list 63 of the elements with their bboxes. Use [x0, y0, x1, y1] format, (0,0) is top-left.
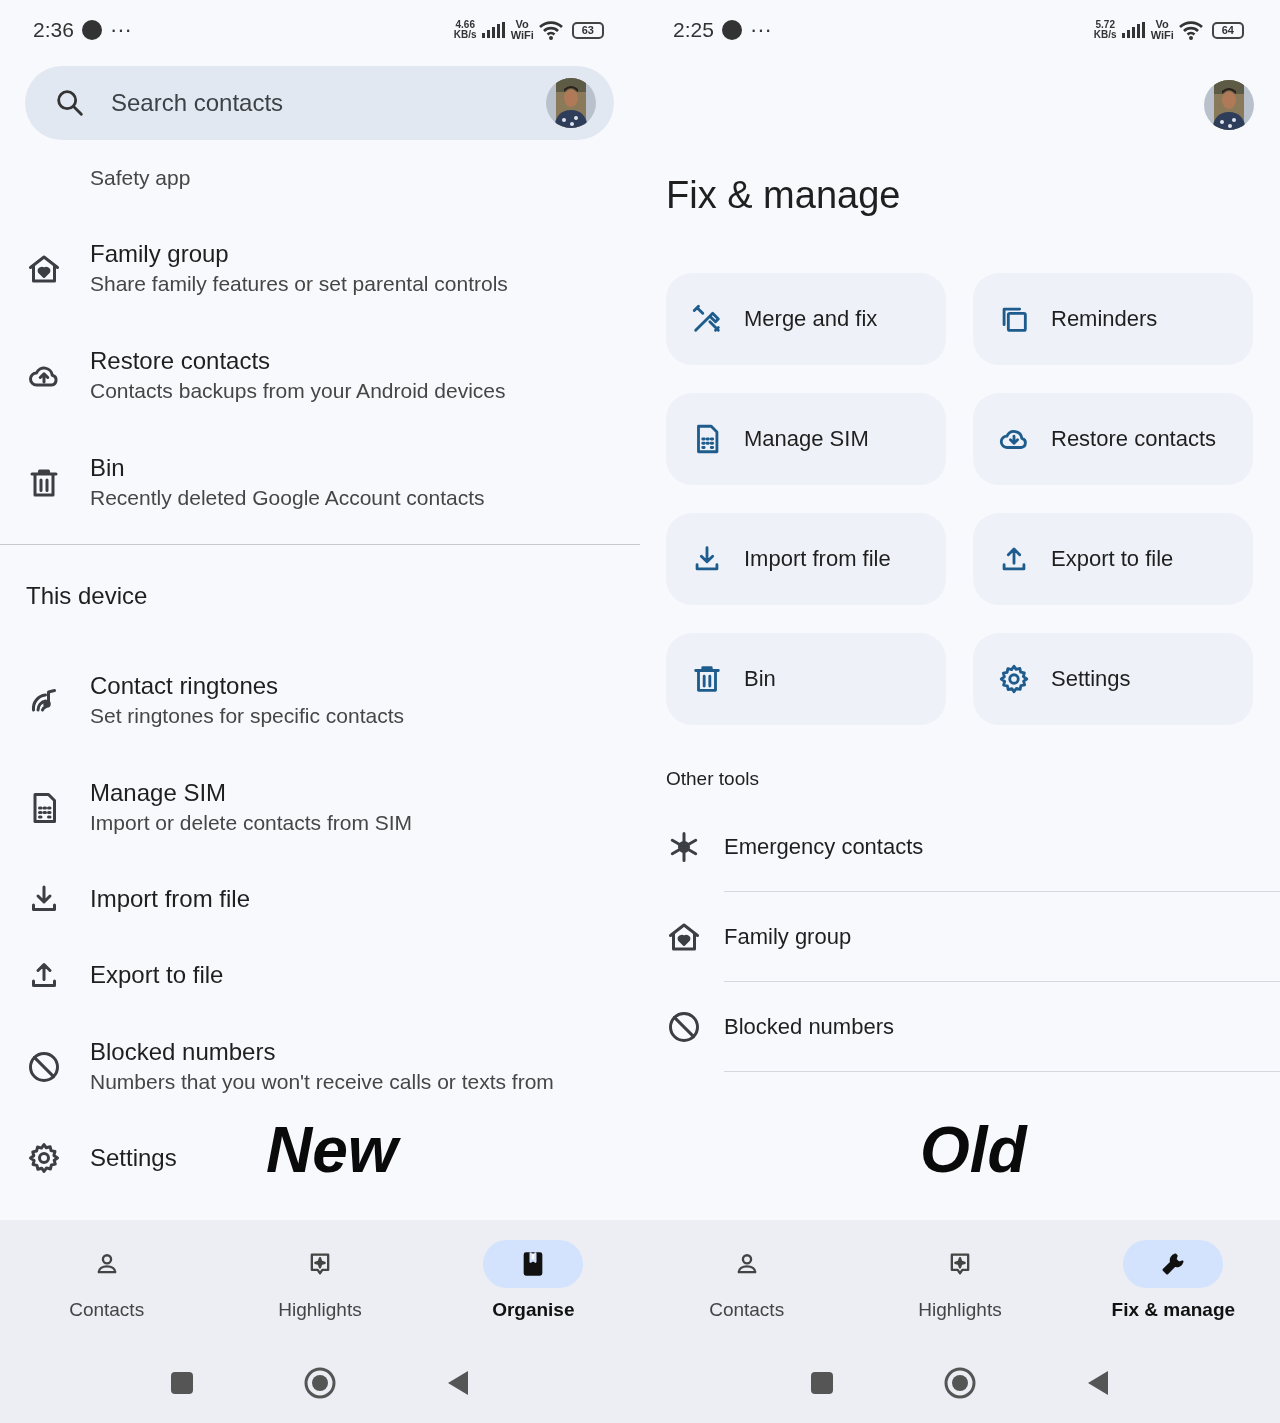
item-description: Recently deleted Google Account contacts: [90, 485, 485, 512]
vowifi-label: Vo WiFi: [510, 19, 534, 41]
tool-tile[interactable]: Reminders: [973, 273, 1253, 365]
signal-icon: [480, 22, 507, 38]
page-title: Fix & manage: [665, 172, 902, 218]
nav-tab[interactable]: Organise: [458, 1240, 609, 1348]
item-description: Import or delete contacts from SIM: [90, 810, 413, 837]
network-speed: 5.72 KB/s: [1093, 20, 1117, 40]
search-field[interactable]: Search contacts: [109, 84, 524, 122]
settings-icon: [997, 662, 1031, 696]
settings-icon: [26, 1140, 62, 1176]
vowifi-label: Vo WiFi: [1150, 19, 1174, 41]
caption: Old: [920, 1118, 1027, 1182]
nav-tab[interactable]: Highlights: [245, 1240, 395, 1348]
section-heading: This device: [25, 581, 149, 611]
item-description: Safety app: [90, 164, 191, 191]
more-notifications: ···: [749, 19, 772, 41]
search-bar[interactable]: Search contacts: [25, 66, 614, 140]
tool-item[interactable]: Blocked numbers: [640, 981, 1280, 1072]
item-title[interactable]: Import from file: [90, 883, 251, 915]
tool-tile[interactable]: Export to file: [973, 513, 1253, 605]
status-time: 2:25: [673, 17, 714, 44]
item-title[interactable]: Bin: [90, 452, 485, 484]
tool-tile[interactable]: Restore contacts: [973, 393, 1253, 485]
tool-tile[interactable]: Import from file: [666, 513, 946, 605]
back-button[interactable]: [1086, 1369, 1110, 1396]
recents-button[interactable]: [170, 1370, 194, 1395]
more-notifications: ···: [109, 19, 132, 41]
item-title[interactable]: Blocked numbers: [90, 1036, 554, 1068]
home-button[interactable]: [944, 1366, 976, 1399]
section-heading: Other tools: [665, 767, 760, 791]
tool-tile[interactable]: Settings: [973, 633, 1253, 725]
tool-tile[interactable]: Manage SIM: [666, 393, 946, 485]
item-title[interactable]: Family group: [90, 238, 508, 270]
tool-tile[interactable]: Merge and fix: [666, 273, 946, 365]
recents-button[interactable]: [810, 1370, 834, 1395]
item-description: Share family features or set parental controls: [90, 271, 508, 298]
back-button[interactable]: [446, 1369, 470, 1396]
wifi-icon: [1177, 20, 1204, 40]
signal-icon: [1120, 22, 1147, 38]
wifi-icon: [537, 20, 564, 40]
item-title[interactable]: Export to file: [90, 959, 224, 991]
tool-tile[interactable]: Bin: [666, 633, 946, 725]
item-description: Numbers that you won't receive calls or texts from: [90, 1069, 554, 1096]
item-title[interactable]: Restore contacts: [90, 345, 506, 377]
notification-dot-icon: [81, 20, 102, 40]
home-button[interactable]: [304, 1366, 336, 1399]
item-description: Set ringtones for specific contacts: [90, 703, 404, 730]
battery-level: 64: [1211, 21, 1244, 39]
status-time: 2:36: [33, 17, 74, 44]
item-title[interactable]: Manage SIM: [90, 777, 413, 809]
nav-tab[interactable]: Fix & manage: [1098, 1240, 1249, 1348]
network-speed: 4.66 KB/s: [453, 20, 477, 40]
nav-tab[interactable]: Contacts: [31, 1240, 182, 1348]
battery-level: 63: [571, 21, 604, 39]
item-title[interactable]: Contact ringtones: [90, 670, 404, 702]
nav-tab[interactable]: Highlights: [885, 1240, 1035, 1348]
tool-item[interactable]: Family group: [640, 891, 1280, 982]
item-description: Contacts backups from your Android devices: [90, 378, 506, 405]
nav-tab[interactable]: Contacts: [671, 1240, 822, 1348]
item-title[interactable]: Settings: [90, 1142, 177, 1174]
tool-item[interactable]: Emergency contacts: [640, 801, 1280, 892]
notification-dot-icon: [721, 20, 742, 40]
